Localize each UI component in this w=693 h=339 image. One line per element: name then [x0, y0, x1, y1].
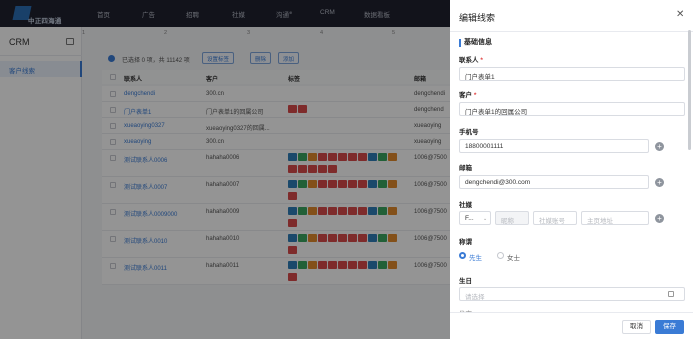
cancel-button[interactable]: 取消: [622, 320, 651, 334]
customer-label-text: 客户: [459, 92, 472, 99]
chevron-down-icon: ⌄: [483, 216, 488, 222]
phone-label: 手机号: [459, 129, 479, 136]
contact-value: 门户表单1: [465, 74, 495, 81]
drawer-title: 编辑线索: [459, 13, 496, 23]
add-social-icon[interactable]: +: [655, 214, 664, 223]
edit-lead-drawer: 编辑线索 ✕ 基础信息 联系人 * 门户表单1 客户 * 门户表单1的回属公司 …: [450, 0, 693, 339]
radio-ms[interactable]: [497, 252, 504, 259]
drawer-divider: [450, 31, 693, 32]
social-label: 社媒: [459, 202, 472, 209]
contact-label-text: 联系人: [459, 57, 479, 64]
modal-overlay[interactable]: [0, 0, 450, 339]
social-account-placeholder: 社媒账号: [539, 218, 565, 225]
save-button[interactable]: 保存: [655, 320, 684, 334]
customer-value: 门户表单1的回属公司: [465, 109, 528, 116]
required-mark: *: [480, 57, 483, 64]
social-homepage-placeholder: 主页地址: [587, 218, 613, 225]
social-nickname-input[interactable]: 昵称: [495, 211, 529, 225]
drawer-scrollbar[interactable]: [688, 30, 691, 150]
phone-value: 18800001111: [465, 143, 504, 150]
section-title: 基础信息: [459, 39, 492, 47]
radio-mr-label[interactable]: 先生: [469, 252, 482, 262]
birthday-label: 生日: [459, 278, 472, 285]
customer-input[interactable]: 门户表单1的回属公司: [459, 102, 685, 116]
close-icon[interactable]: ✕: [676, 10, 684, 20]
phone-input[interactable]: 18800001111: [459, 139, 649, 153]
add-email-icon[interactable]: +: [655, 178, 664, 187]
email-label: 邮箱: [459, 165, 472, 172]
radio-ms-label[interactable]: 女士: [507, 252, 520, 262]
contact-input[interactable]: 门户表单1: [459, 67, 685, 81]
social-homepage-input[interactable]: 主页地址: [581, 211, 649, 225]
add-phone-icon[interactable]: +: [655, 142, 664, 151]
required-mark: *: [473, 92, 477, 99]
calendar-icon: [668, 291, 674, 297]
email-value: dengchendi@300.com: [465, 179, 531, 186]
email-input[interactable]: dengchendi@300.com: [459, 175, 649, 189]
customer-label: 客户 *: [459, 89, 476, 99]
contact-label: 联系人 *: [459, 54, 483, 64]
social-account-input[interactable]: 社媒账号: [533, 211, 577, 225]
social-type-select[interactable]: F... ⌄: [459, 211, 491, 225]
drawer-footer: 取消 保存: [450, 312, 693, 339]
social-nickname-placeholder: 昵称: [501, 218, 514, 225]
title-label: 称谓: [459, 239, 472, 246]
social-type-value: F...: [465, 215, 474, 222]
birthday-input[interactable]: 请选择: [459, 287, 685, 301]
radio-mr[interactable]: [459, 252, 466, 259]
birthday-placeholder: 请选择: [465, 294, 485, 301]
